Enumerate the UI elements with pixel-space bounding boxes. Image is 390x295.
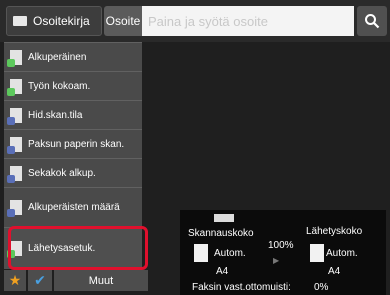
sidebar-item-label: Työn kokoam. xyxy=(28,80,91,92)
fax-memory-status: Faksin vast.ottomuisti: 0% xyxy=(180,282,386,295)
fax-memory-label: Faksin vast.ottomuisti: xyxy=(192,282,291,293)
star-icon: ★ xyxy=(8,272,22,288)
sidebar-item-mixed-size[interactable]: Sekakok alkup. xyxy=(4,158,142,187)
scan-paper-size: A4 xyxy=(216,266,229,277)
send-paper-icon xyxy=(310,244,324,262)
search-button[interactable] xyxy=(357,6,387,36)
selection-highlight xyxy=(8,226,148,270)
scan-paper-icon xyxy=(194,244,208,262)
sidebar-item-label: Alkuperäinen xyxy=(28,51,87,63)
favorite-button[interactable]: ★ xyxy=(4,270,26,291)
ratio-value: 100% xyxy=(268,240,294,251)
sidebar-item-label: Sekakok alkup. xyxy=(28,167,96,179)
address-input[interactable] xyxy=(142,6,354,36)
job-build-icon xyxy=(7,78,22,96)
sidebar-item-label: Alkuperäisten määrä xyxy=(28,202,120,213)
top-bar: Osoitekirja Osoite xyxy=(0,0,390,42)
original-icon xyxy=(7,49,22,67)
arrow-right-icon: ▶ xyxy=(273,256,280,265)
tab-address-book-label: Osoitekirja xyxy=(33,14,90,28)
sidebar-item-thick-paper[interactable]: Paksun paperin skan. xyxy=(4,129,142,158)
sidebar-item-slow-scan[interactable]: Hid.skan.tila xyxy=(4,100,142,129)
scan-size-value[interactable]: Autom. xyxy=(214,248,246,259)
fax-memory-value: 0% xyxy=(314,282,329,293)
check-icon: ✔ xyxy=(34,272,46,288)
sidebar-item-job-build[interactable]: Työn kokoam. xyxy=(4,71,142,100)
bottom-bar: ★ ✔ Muut xyxy=(4,270,148,291)
scan-info-panel: Skannauskoko Autom. A4 100% ▶ Lähetyskok… xyxy=(180,210,386,291)
search-icon xyxy=(365,14,380,29)
send-size-value[interactable]: Autom. xyxy=(326,248,358,259)
sidebar-item-label: Paksun paperin skan. xyxy=(28,138,125,150)
more-button[interactable]: Muut xyxy=(54,270,148,291)
mixed-size-icon xyxy=(7,165,22,183)
sidebar-item-original[interactable]: Alkuperäinen xyxy=(4,42,142,71)
sidebar-item-label: Hid.skan.tila xyxy=(28,109,83,121)
original-count-icon xyxy=(7,200,22,217)
tab-address[interactable]: Osoite xyxy=(104,6,142,36)
scan-size-label: Skannauskoko xyxy=(188,228,254,239)
slow-scan-icon xyxy=(7,107,22,125)
more-button-label: Muut xyxy=(88,274,114,287)
scanner-icon xyxy=(214,214,234,222)
confirm-button[interactable]: ✔ xyxy=(28,270,52,291)
send-size-label: Lähetyskoko xyxy=(306,226,363,237)
thick-paper-icon xyxy=(7,136,22,154)
tab-address-book[interactable]: Osoitekirja xyxy=(6,6,102,36)
tab-address-label: Osoite xyxy=(105,14,141,28)
send-paper-size: A4 xyxy=(328,266,341,277)
sidebar-item-original-count[interactable]: Alkuperäisten määrä xyxy=(4,187,142,227)
address-book-icon xyxy=(13,16,27,26)
